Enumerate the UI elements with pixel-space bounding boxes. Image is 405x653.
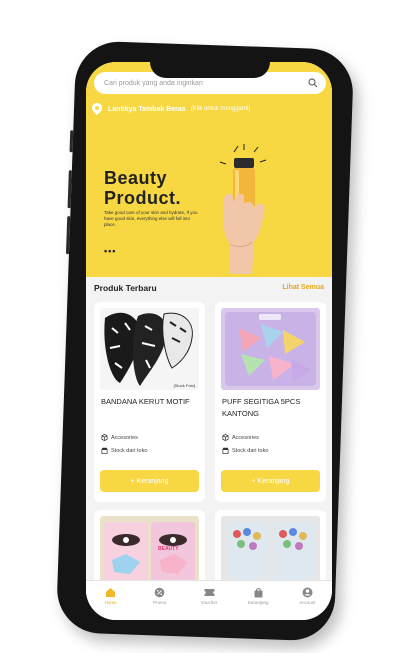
puff-sponge-image [221, 308, 320, 390]
product-category: Accesories [101, 434, 138, 441]
product-card[interactable]: PUFF SEGITIGA 5PCS KANTONG Accesories St… [215, 302, 326, 502]
hair-clips-image [221, 516, 320, 586]
user-icon [302, 587, 313, 598]
bandana-image [100, 308, 199, 390]
product-image[interactable] [221, 308, 320, 390]
promo-banner[interactable]: Beauty Product. Take good care of your s… [86, 122, 332, 277]
camera-notch [150, 52, 270, 78]
change-store-hint[interactable]: (Klik untuk mengganti) [191, 106, 251, 112]
nav-account-label: Account [299, 600, 316, 605]
product-category-label: Accesories [111, 434, 138, 441]
store-selector[interactable]: Lantikya Tambak Beras (Klik untuk mengga… [92, 102, 250, 116]
search-icon[interactable] [308, 78, 318, 88]
nav-cart[interactable]: Keranjang [234, 581, 283, 620]
volume-down-button [65, 216, 71, 255]
banner-subtitle: Take good care of your skin and hydrate,… [104, 210, 198, 227]
banner-title-line2: Product. [104, 188, 182, 208]
ticket-icon [204, 589, 214, 596]
banner-title: Beauty Product. [104, 168, 181, 208]
section-title: Produk Terbaru [94, 283, 157, 293]
product-image[interactable]: BEAUTY [100, 516, 199, 586]
image-caption: [Stock Foto] [173, 383, 195, 388]
box-icon [222, 434, 229, 441]
latest-products-section: Produk Terbaru Lihat Semua [86, 277, 332, 297]
add-to-cart-button[interactable]: + Keranjang [221, 470, 320, 492]
nav-account[interactable]: Account [283, 581, 332, 620]
bottom-nav: Home Promo Voucher Keranjang Account [86, 580, 332, 620]
percent-icon [154, 587, 165, 598]
store-icon [222, 447, 229, 454]
product-stock-label: Stock dari toko [111, 447, 148, 454]
product-image[interactable]: [Stock Foto] [100, 308, 199, 390]
product-card[interactable]: [Stock Foto] BANDANA KERUT MOTIF Accesor… [94, 302, 205, 502]
hand-holding-bottle-image [219, 144, 267, 274]
bag-icon [254, 588, 263, 598]
app-screen: Cari produk yang anda inginkan Lantikya … [86, 62, 332, 620]
product-category-label: Accesories [232, 434, 259, 441]
product-card[interactable]: BEAUTY [94, 510, 205, 590]
product-category: Accesories [222, 434, 259, 441]
beauty-product-image [100, 516, 199, 586]
nav-cart-label: Keranjang [247, 600, 269, 605]
product-stock: Stock dari toko [101, 447, 147, 454]
search-placeholder[interactable]: Cari produk yang anda inginkan [104, 80, 308, 87]
product-name[interactable]: PUFF SEGITIGA 5PCS KANTONG [222, 396, 320, 420]
box-icon [101, 434, 108, 441]
product-name[interactable]: BANDANA KERUT MOTIF [101, 396, 199, 408]
side-button [69, 130, 74, 153]
location-pin-icon [92, 103, 102, 115]
nav-voucher-label: Voucher [200, 600, 218, 605]
nav-voucher[interactable]: Voucher [184, 581, 233, 620]
product-stock: Stock dari toko [222, 447, 268, 454]
add-to-cart-button[interactable]: + Keranjang [100, 470, 199, 492]
nav-home[interactable]: Home [86, 581, 135, 620]
store-icon [101, 447, 108, 454]
store-name[interactable]: Lantikya Tambak Beras [108, 106, 186, 113]
home-icon [106, 588, 116, 597]
volume-up-button [67, 170, 72, 209]
banner-pagination-dots[interactable]: ••• [104, 246, 116, 256]
nav-home-label: Home [104, 600, 117, 605]
nav-promo[interactable]: Promo [135, 581, 184, 620]
product-stock-label: Stock dari toko [232, 447, 269, 454]
banner-title-line1: Beauty [104, 168, 168, 188]
nav-promo-label: Promo [153, 600, 167, 605]
image-brand-text: BEAUTY [158, 546, 179, 552]
product-card[interactable] [215, 510, 326, 590]
see-all-link[interactable]: Lihat Semua [282, 284, 324, 291]
product-image[interactable] [221, 516, 320, 586]
